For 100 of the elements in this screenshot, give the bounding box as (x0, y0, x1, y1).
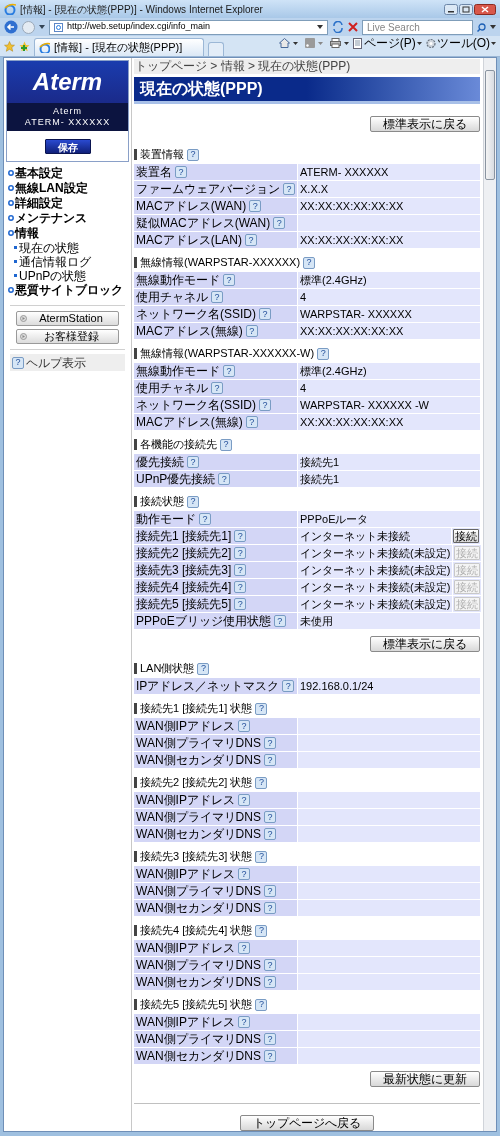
value-cell: 未使用 (298, 613, 480, 629)
section-heading: 無線情報(WARPSTAR-XXXXXX-W) (140, 346, 315, 362)
value-cell: 4 (298, 380, 480, 396)
help-icon[interactable]: ? (197, 662, 210, 675)
link-button[interactable]: お客様登録 (16, 329, 119, 344)
help-icon[interactable]: ? (255, 998, 268, 1011)
help-icon[interactable]: ? (259, 399, 271, 411)
scrollbar[interactable] (483, 58, 496, 1131)
help-icon[interactable]: ? (263, 885, 276, 897)
nav-item[interactable]: 基本設定 (8, 166, 127, 180)
help-icon[interactable]: ? (249, 200, 262, 212)
connect-button[interactable]: 接続 (453, 529, 479, 543)
help-icon[interactable]: ? (234, 547, 247, 559)
help-icon[interactable]: ? (220, 438, 232, 451)
help-icon[interactable]: ? (263, 976, 276, 988)
value-cell: X.X.X (298, 181, 480, 197)
help-icon[interactable]: ? (263, 811, 276, 823)
printer-icon[interactable] (329, 38, 341, 48)
search-icon[interactable] (477, 22, 486, 32)
help-icon[interactable]: ? (263, 902, 276, 914)
help-icon[interactable]: ? (263, 828, 276, 840)
help-icon[interactable]: ? (245, 234, 257, 246)
nav-item[interactable]: 悪質サイトブロック (8, 283, 127, 297)
help-icon[interactable]: ? (263, 959, 276, 971)
search-field[interactable]: Live Search (362, 19, 473, 35)
help-icon[interactable]: ? (237, 1016, 250, 1028)
add-favorite-icon[interactable] (19, 41, 30, 52)
help-icon[interactable]: ? (263, 737, 276, 749)
nav-subitem[interactable]: 通信情報ログ (8, 255, 127, 268)
help-icon[interactable]: ? (255, 776, 268, 789)
help-icon[interactable]: ? (303, 256, 316, 269)
help-icon[interactable]: ? (199, 513, 211, 525)
nav-item[interactable]: 詳細設定 (8, 196, 127, 210)
minimize-icon[interactable] (444, 3, 458, 15)
stop-icon[interactable] (348, 22, 358, 32)
label-cell: ネットワーク名(SSID) ? (134, 306, 297, 322)
help-icon[interactable]: ? (237, 868, 250, 880)
scrollbar-thumb[interactable] (485, 70, 495, 180)
help-icon[interactable]: ? (259, 308, 271, 320)
save-button[interactable]: 保存 (44, 138, 91, 154)
back-to-top-button[interactable]: トップページへ戻る (240, 1115, 374, 1131)
help-icon[interactable]: ? (234, 564, 247, 576)
dropdown-icon[interactable] (292, 41, 298, 45)
dropdown-icon[interactable] (39, 25, 45, 29)
page-icon (39, 42, 50, 53)
browser-tab[interactable]: [情報] - [現在の状態(PPP)] (34, 38, 204, 56)
action-button[interactable]: 標準表示に戻る (370, 116, 480, 132)
help-icon[interactable]: ? (245, 416, 258, 428)
link-button[interactable]: AtermStation (16, 311, 119, 326)
nav-item[interactable]: 情報 (8, 226, 127, 240)
value-cell: WARPSTAR- XXXXXX (298, 306, 480, 322)
help-icon[interactable]: ? (263, 1033, 276, 1045)
help-icon[interactable]: ? (237, 720, 250, 732)
help-icon[interactable]: ? (234, 530, 247, 542)
address-field[interactable]: http://web.setup/index.cgi/info_main (49, 19, 328, 35)
help-icon[interactable]: ? (187, 495, 199, 508)
toolbar-menu-button[interactable]: ページ(P) (352, 34, 422, 52)
maximize-icon[interactable] (459, 3, 473, 15)
nav-subitem[interactable]: 現在の状態 (8, 241, 127, 254)
help-icon[interactable]: ? (211, 382, 223, 394)
help-icon[interactable]: ? (187, 148, 199, 161)
dropdown-icon[interactable] (490, 25, 496, 29)
help-icon[interactable]: ? (237, 942, 250, 954)
nav-item[interactable]: 無線LAN設定 (8, 181, 127, 195)
help-icon[interactable]: ? (273, 615, 286, 627)
help-icon[interactable]: ? (223, 274, 235, 286)
help-icon[interactable]: ? (218, 473, 231, 485)
star-icon[interactable] (4, 41, 15, 52)
help-icon[interactable]: ? (255, 702, 268, 715)
nav-subitem[interactable]: UPnPの状態 (8, 269, 127, 282)
help-icon[interactable]: ? (317, 347, 330, 360)
action-button[interactable]: 標準表示に戻る (370, 636, 480, 652)
refresh-icon[interactable] (332, 21, 344, 33)
help-icon[interactable]: ? (234, 598, 247, 610)
close-icon[interactable] (474, 3, 496, 15)
help-icon[interactable]: ? (255, 924, 268, 937)
section-marker (134, 149, 137, 160)
back-icon[interactable] (4, 20, 18, 34)
help-icon[interactable]: ? (255, 850, 268, 863)
feed-icon[interactable] (304, 38, 315, 48)
help-icon[interactable]: ? (273, 217, 286, 229)
help-icon[interactable]: ? (237, 794, 250, 806)
help-icon[interactable]: ? (282, 680, 295, 692)
help-link[interactable]: ? ヘルプ表示 (10, 354, 125, 371)
help-icon[interactable]: ? (263, 754, 276, 766)
help-icon[interactable]: ? (263, 1050, 276, 1062)
dropdown-icon[interactable] (343, 41, 349, 45)
nav-item[interactable]: メンテナンス (8, 211, 127, 225)
action-button[interactable]: 最新状態に更新 (370, 1071, 480, 1087)
help-icon[interactable]: ? (211, 291, 223, 303)
help-icon[interactable]: ? (175, 166, 187, 178)
dropdown-icon[interactable] (317, 25, 323, 29)
help-icon[interactable]: ? (245, 325, 258, 337)
help-icon[interactable]: ? (234, 581, 247, 593)
toolbar-menu-button[interactable]: ツール(O) (425, 34, 496, 52)
help-icon[interactable]: ? (283, 183, 295, 195)
value-cell: ATERM- XXXXXX (298, 164, 480, 180)
help-icon[interactable]: ? (223, 365, 235, 377)
home-icon[interactable] (278, 38, 290, 48)
help-icon[interactable]: ? (187, 456, 199, 468)
